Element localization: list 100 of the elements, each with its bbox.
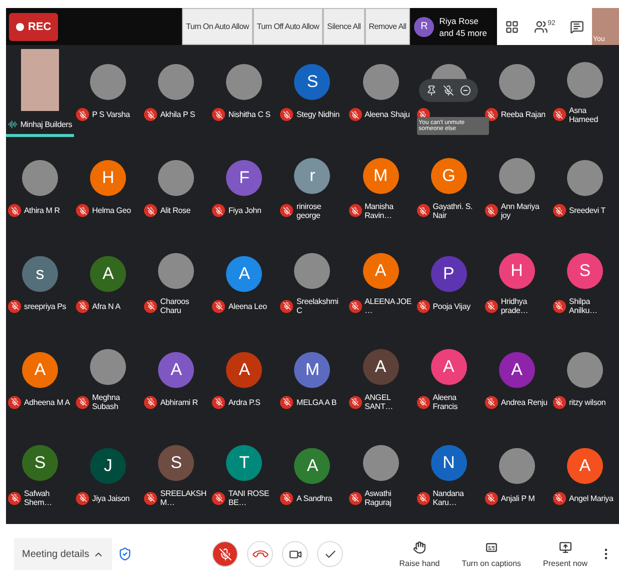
participant-name: Adheena M A <box>24 398 70 407</box>
avatar: A <box>90 256 126 292</box>
mic-button[interactable] <box>212 541 238 567</box>
avatar: A <box>226 352 262 388</box>
participant-name: Safwah Shem… <box>24 489 53 508</box>
participant-name: ALEENA JOE … <box>364 297 413 316</box>
participant-name: Helma Geo <box>92 206 131 216</box>
participant-name: Akhila P S <box>160 110 196 120</box>
video-placeholder <box>21 48 60 111</box>
avatar-placeholder <box>362 64 399 100</box>
chat-icon[interactable] <box>570 20 584 34</box>
grid-icon[interactable] <box>504 20 519 34</box>
participant-name: MELGA A B <box>296 398 336 407</box>
avatar: N <box>430 445 467 482</box>
participant-name: Gayathri. S. Nair <box>432 202 474 220</box>
toolbar-button[interactable]: Remove All <box>364 8 410 45</box>
participant-name: Jiya Jaison <box>92 494 130 503</box>
avatar-placeholder <box>22 160 58 196</box>
participant-name: Meghna Subash <box>92 393 121 412</box>
participant-name: Reeba Rajan <box>500 110 546 120</box>
avatar-placeholder <box>498 64 535 100</box>
participant-name: rinirose george <box>296 202 322 220</box>
mic-off-icon <box>218 548 232 560</box>
participant-name: Shilpa Anilku… <box>568 297 598 316</box>
toolbar-button[interactable]: Silence All <box>323 8 365 45</box>
participant-name: Aleena Leo <box>228 302 267 311</box>
toolbar-button[interactable]: Turn Off Auto Allow <box>252 8 324 45</box>
action-button[interactable]: Raise hand <box>399 540 440 568</box>
avatar-placeholder <box>566 62 603 98</box>
avatar: S <box>158 445 194 482</box>
participant-name: Angel Mariya <box>568 494 614 503</box>
avatar: M <box>294 352 330 388</box>
avatar-placeholder <box>90 349 126 386</box>
participant-name: Hridhya prade… <box>500 297 530 316</box>
avatar-placeholder <box>158 64 194 100</box>
participant-name: Aleena Francis <box>432 393 459 412</box>
action-button[interactable]: Present now <box>543 540 588 568</box>
avatar: A <box>226 256 262 292</box>
avatar-placeholder <box>498 158 535 194</box>
avatar: T <box>226 445 262 482</box>
participant-name: Andrea Renju <box>500 398 548 407</box>
shield-icon[interactable] <box>118 547 132 561</box>
record-button[interactable]: REC <box>9 12 58 40</box>
participant-name: sreepriya Ps <box>24 302 66 311</box>
toolbar-button[interactable]: Turn On Auto Allow <box>182 8 253 45</box>
mic-off-icon[interactable] <box>442 85 454 96</box>
participant-name: Abhirami R <box>160 398 198 407</box>
participant-name: Nishitha C S <box>228 110 270 120</box>
action-button[interactable]: Turn on captions <box>462 540 522 568</box>
avatar: P <box>430 256 467 292</box>
participant-name: Aleena Shaju <box>364 110 410 120</box>
participant-name: Athira M R <box>24 206 60 216</box>
participant-name: P S Varsha <box>92 110 130 120</box>
participant-name: Aswathi Raguraj <box>364 489 392 508</box>
hand-icon <box>413 540 426 554</box>
presenter-more: and 45 more <box>439 26 487 38</box>
avatar-placeholder <box>566 352 603 388</box>
participant-name: Sreedevi T <box>568 206 606 216</box>
participant-name: Ardra P.S <box>228 398 260 407</box>
remove-icon[interactable] <box>460 85 471 96</box>
hang-up-button[interactable] <box>247 541 274 567</box>
meeting-details-button[interactable]: Meeting details <box>14 538 112 570</box>
avatar-placeholder <box>498 448 535 484</box>
avatar: J <box>90 448 126 484</box>
present-icon <box>558 540 572 554</box>
participant-name: Fiya John <box>228 206 262 216</box>
participant-name: Asna Hameed <box>568 106 599 124</box>
avatar: M <box>362 158 399 194</box>
camera-button[interactable] <box>282 541 308 567</box>
camera-icon <box>288 548 302 560</box>
participant-name: Nandana Karu… <box>432 489 465 508</box>
avatar: A <box>566 448 603 484</box>
avatar: A <box>362 349 399 386</box>
participant-name: A Sandhra <box>296 494 332 503</box>
avatar-placeholder <box>362 445 399 482</box>
avatar-placeholder <box>90 64 126 100</box>
pin-icon[interactable] <box>426 85 437 96</box>
avatar: S <box>22 445 58 482</box>
avatar-placeholder <box>566 160 603 196</box>
participant-name: Manisha Ravin… <box>364 202 394 220</box>
avatar: H <box>498 253 535 290</box>
participant-name: Afra N A <box>92 302 120 311</box>
avatar: s <box>22 256 58 292</box>
avatar: r <box>294 158 330 194</box>
participant-name: Sreelakshmi C <box>296 297 340 316</box>
avatar-placeholder <box>158 160 194 196</box>
participant-name: Pooja Vijay <box>432 302 470 311</box>
avatar: S <box>294 64 330 100</box>
participant-name: TANI ROSE BE… <box>228 489 270 508</box>
captions-icon <box>484 540 498 554</box>
avatar: A <box>498 352 535 388</box>
participant-name: Minhaj Builders <box>20 120 72 129</box>
participant-name: Ann Mariya joy <box>500 202 540 220</box>
avatar: R <box>414 16 434 36</box>
check-button[interactable] <box>317 541 344 567</box>
avatar: A <box>158 352 194 388</box>
check-icon <box>324 548 337 560</box>
avatar: G <box>430 158 467 194</box>
presenter-name: Riya Rose <box>439 14 480 26</box>
avatar: S <box>566 253 603 290</box>
